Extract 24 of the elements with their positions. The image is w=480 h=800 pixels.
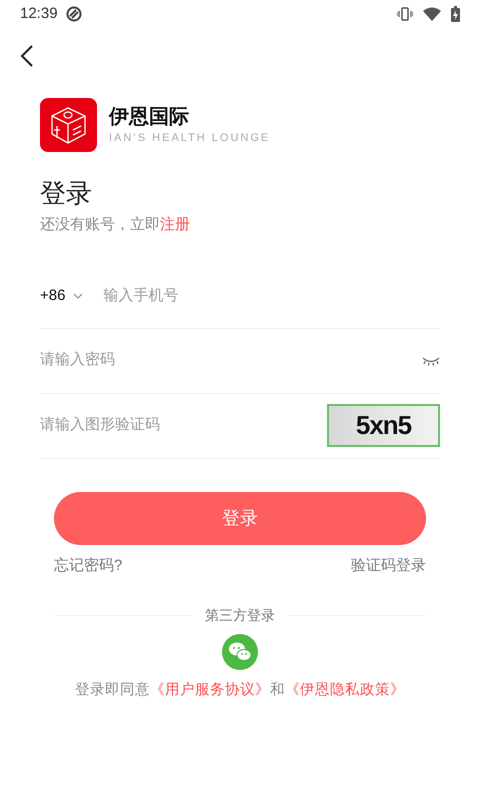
brand-tagline: IAN’S HEALTH LOUNGE: [109, 131, 270, 146]
agreement-text: 登录即同意《用户服务协议》和《伊恩隐私政策》: [74, 680, 406, 700]
password-input-field[interactable]: 请输入密码: [40, 349, 422, 372]
logo-icon: [40, 98, 97, 152]
phone-input-field[interactable]: 输入手机号: [103, 284, 440, 308]
battery-icon: [451, 6, 460, 22]
page-title: 登录: [40, 177, 93, 210]
third-party-label: 第三方登录: [205, 606, 275, 625]
eye-closed-icon[interactable]: [422, 356, 440, 366]
captcha-image[interactable]: 5xn5: [327, 404, 440, 447]
brand-name: 伊恩国际: [109, 105, 190, 130]
register-prompt: 还没有账号，立即注册: [40, 215, 191, 235]
register-link[interactable]: 注册: [160, 216, 190, 233]
vibrate-icon: [397, 7, 413, 21]
privacy-policy-link[interactable]: 《伊恩隐私政策》: [285, 682, 405, 698]
login-button[interactable]: 登录: [54, 492, 426, 544]
wifi-icon: [423, 7, 441, 21]
chevron-down-icon: [73, 293, 84, 299]
country-code-selector[interactable]: +86: [40, 284, 84, 308]
status-time: 12:39: [20, 4, 58, 24]
user-agreement-link[interactable]: 《用户服务协议》: [150, 682, 270, 698]
forgot-password-link[interactable]: 忘记密码?: [54, 554, 122, 577]
captcha-input-field[interactable]: 请输入图形验证码: [40, 414, 327, 437]
sms-login-link[interactable]: 验证码登录: [351, 554, 426, 577]
